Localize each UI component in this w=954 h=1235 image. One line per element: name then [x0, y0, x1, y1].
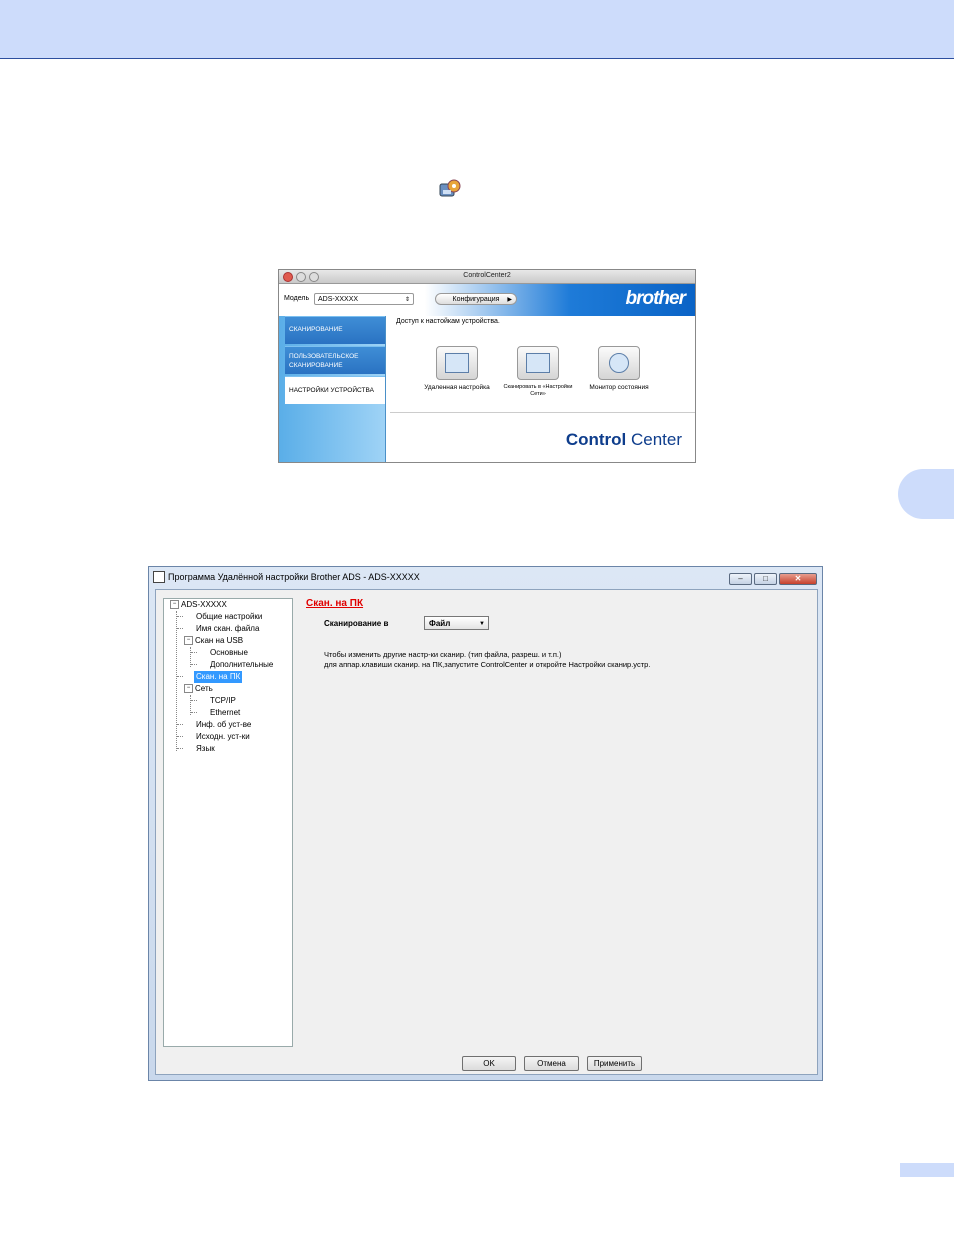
scan-to-select[interactable]: Файл ▼	[424, 616, 489, 630]
configuration-button[interactable]: Конфигурация ▶	[435, 293, 517, 305]
chapter-tab	[898, 469, 954, 519]
tree-item-ethernet[interactable]: Ethernet	[210, 707, 240, 719]
minimize-icon[interactable]: –	[729, 573, 752, 585]
tree-item-general[interactable]: Общие настройки	[196, 611, 262, 623]
scan-to-label: Сканирование в	[324, 619, 389, 628]
status-monitor-icon	[598, 346, 640, 380]
cc-main-panel: Доступ к настойкам устройства. Удаленная…	[386, 316, 695, 462]
updown-arrows-icon: ⇕	[404, 297, 410, 303]
settings-tree: − ADS-XXXXX Общие настройки Имя скан. фай…	[163, 598, 293, 1047]
app-icon	[153, 571, 165, 583]
logo-regular: Center	[626, 430, 682, 449]
remote-setup-button[interactable]: Удаленная настройка	[422, 346, 492, 392]
divider	[390, 412, 695, 413]
window-title: Программа Удалённой настройки Brother AD…	[153, 571, 420, 583]
page-number-tab	[900, 1163, 954, 1177]
close-icon[interactable]: ✕	[779, 573, 817, 585]
tree-item-file-name[interactable]: Имя скан. файла	[196, 623, 259, 635]
configuration-label: Конфигурация	[452, 296, 500, 303]
tree-label-root: ADS-XXXXX	[181, 600, 227, 609]
tree-item-tcpip[interactable]: TCP/IP	[210, 695, 236, 707]
controlcenter2-window: ControlCenter2 Модель ADS-XXXXX ⇕ Конфиг…	[278, 269, 696, 463]
model-value: ADS-XXXXX	[318, 296, 359, 303]
window-body: − ADS-XXXXX Общие настройки Имя скан. фай…	[155, 589, 818, 1075]
info-line-2: для аппар.клавиши сканир. на ПК,запустит…	[324, 660, 651, 669]
window-title-text: Программа Удалённой настройки Brother AD…	[168, 572, 420, 582]
play-arrow-icon: ▶	[507, 297, 512, 303]
remote-setup-icon	[436, 346, 478, 380]
model-label: Модель	[284, 295, 310, 302]
tree-item-scan-pc[interactable]: Скан. на ПК	[194, 671, 243, 683]
collapse-icon[interactable]: −	[184, 636, 193, 646]
access-description: Доступ к настойкам устройства.	[396, 318, 500, 325]
ok-button[interactable]: OK	[462, 1056, 516, 1071]
model-select[interactable]: ADS-XXXXX ⇕	[314, 293, 414, 305]
scan-network-icon	[517, 346, 559, 380]
section-title: Скан. на ПК	[306, 598, 364, 609]
info-line-1: Чтобы изменить другие настр-ки сканир. (…	[324, 650, 562, 659]
scan-network-label: Сканировать в «Настройки Сети»	[503, 384, 573, 397]
cancel-button[interactable]: Отмена	[524, 1056, 579, 1071]
logo-bold: Control	[565, 430, 627, 449]
tree-item-basic[interactable]: Основные	[210, 647, 248, 659]
tab-custom-scan[interactable]: ПОЛЬЗОВАТЕЛЬСКОЕ СКАНИРОВАНИЕ	[285, 346, 385, 374]
tree-item-root[interactable]: − ADS-XXXXX	[170, 599, 227, 611]
tree-label-scan-usb: Скан на USB	[195, 636, 244, 645]
remote-setup-window: Программа Удалённой настройки Brother AD…	[148, 566, 823, 1081]
cc-toolbar: Модель ADS-XXXXX ⇕ Конфигурация ▶ brothe…	[279, 284, 695, 316]
tree-item-network[interactable]: − Сеть	[184, 683, 213, 695]
status-monitor-button[interactable]: Монитор состояния	[584, 346, 654, 392]
collapse-icon[interactable]: −	[184, 684, 193, 694]
control-center-logo: Control Center	[566, 430, 682, 450]
tree-item-advanced[interactable]: Дополнительные	[210, 659, 273, 671]
tree-item-device-info[interactable]: Инф. об уст-ве	[196, 719, 251, 731]
tree-item-language[interactable]: Язык	[196, 743, 215, 755]
cc-title-bar: ControlCenter2	[279, 270, 695, 284]
apply-button[interactable]: Применить	[587, 1056, 642, 1071]
brother-logo: brother	[625, 288, 686, 309]
tab-scan[interactable]: СКАНИРОВАНИЕ	[285, 316, 385, 344]
cc-sidebar: СКАНИРОВАНИЕ ПОЛЬЗОВАТЕЛЬСКОЕ СКАНИРОВАН…	[279, 316, 386, 462]
collapse-icon[interactable]: −	[170, 600, 179, 610]
device-settings-icon	[439, 179, 461, 197]
chevron-down-icon: ▼	[479, 621, 485, 627]
remote-setup-label: Удаленная настройка	[424, 384, 490, 391]
info-text: Чтобы изменить другие настр-ки сканир. (…	[324, 650, 650, 670]
tree-item-defaults[interactable]: Исходн. уст-ки	[196, 731, 250, 743]
tree-label-network: Сеть	[195, 684, 213, 693]
header-band	[0, 0, 954, 59]
window-controls: – □ ✕	[729, 573, 817, 585]
cc-window-title: ControlCenter2	[463, 272, 511, 279]
maximize-icon[interactable]: □	[754, 573, 777, 585]
tree-item-scan-usb[interactable]: − Скан на USB	[184, 635, 243, 647]
tab-device-settings[interactable]: НАСТРОЙКИ УСТРОЙСТВА	[285, 376, 385, 404]
scan-to-value: Файл	[429, 619, 451, 628]
scan-network-button[interactable]: Сканировать в «Настройки Сети»	[503, 346, 573, 398]
status-monitor-label: Монитор состояния	[589, 384, 649, 391]
